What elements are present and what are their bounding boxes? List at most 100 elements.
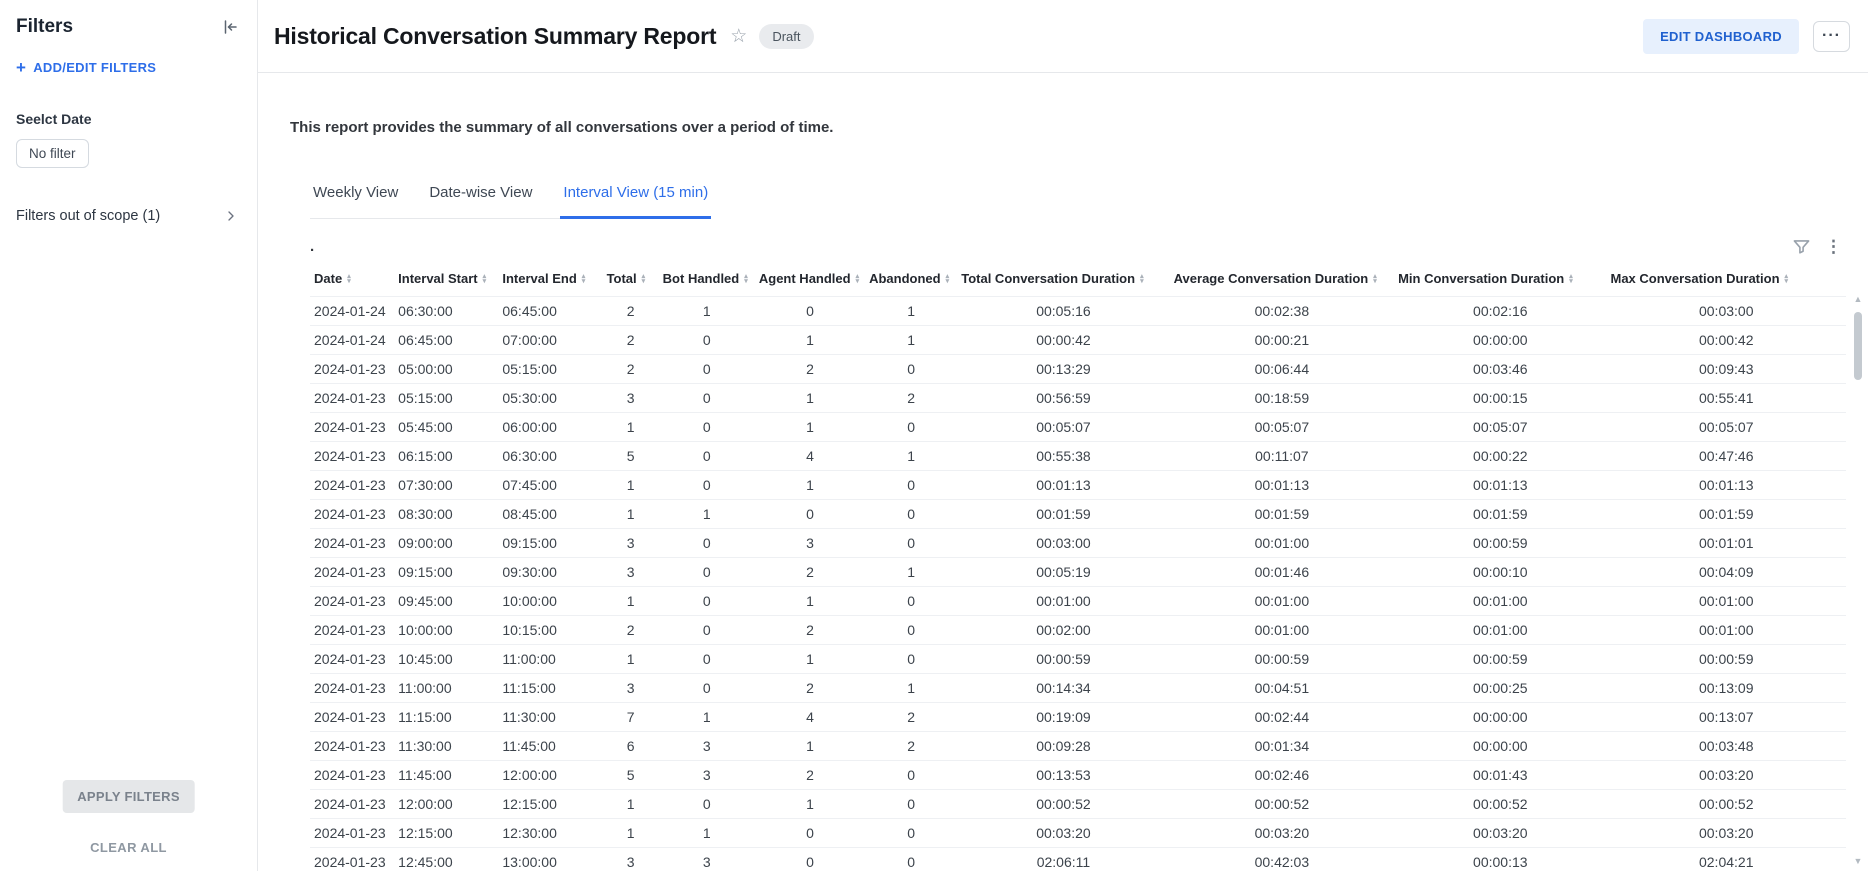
- report-table: Date▴▾Interval Start▴▾Interval End▴▾Tota…: [310, 261, 1846, 871]
- table-cell: 1: [603, 413, 659, 442]
- table-cell: 2024-01-23: [310, 674, 394, 703]
- table-cell: 00:04:09: [1606, 558, 1846, 587]
- table-cell: 2024-01-23: [310, 500, 394, 529]
- column-header-total[interactable]: Total▴▾: [603, 261, 659, 297]
- main-area: Historical Conversation Summary Report ☆…: [258, 0, 1868, 871]
- table-cell: 00:01:00: [1170, 616, 1394, 645]
- table-cell: 13:00:00: [498, 848, 602, 871]
- table-cell: 00:13:07: [1606, 703, 1846, 732]
- tab-date-wise-view[interactable]: Date-wise View: [426, 172, 535, 219]
- column-header-interval-end[interactable]: Interval End▴▾: [498, 261, 602, 297]
- apply-filters-button[interactable]: APPLY FILTERS: [62, 780, 195, 813]
- page-title: Historical Conversation Summary Report: [274, 23, 716, 50]
- column-header-interval-start[interactable]: Interval Start▴▾: [394, 261, 498, 297]
- table-row: 2024-01-2305:15:0005:30:00301200:56:5900…: [310, 384, 1846, 413]
- sort-icon[interactable]: ▴▾: [856, 274, 860, 284]
- more-options-button[interactable]: ···: [1813, 21, 1850, 52]
- star-icon[interactable]: ☆: [730, 27, 747, 46]
- column-header-average-conversation-duration[interactable]: Average Conversation Duration ▴▾: [1170, 261, 1394, 297]
- column-header-label: Min Conversation Duration: [1398, 271, 1564, 286]
- table-cell: 00:01:59: [1170, 500, 1394, 529]
- table-cell: 00:03:20: [957, 819, 1169, 848]
- table-cell: 05:15:00: [498, 355, 602, 384]
- table-cell: 00:01:01: [1606, 529, 1846, 558]
- table-cell: 2024-01-23: [310, 442, 394, 471]
- table-cell: 0: [659, 384, 755, 413]
- column-header-total-conversation-duration[interactable]: Total Conversation Duration▴▾: [957, 261, 1169, 297]
- column-header-label: Average Conversation Duration: [1174, 271, 1369, 286]
- kebab-menu-icon[interactable]: ⋮: [1825, 238, 1842, 255]
- column-header-abandoned[interactable]: Abandoned▴▾: [865, 261, 957, 297]
- table-cell: 06:45:00: [498, 297, 602, 326]
- scrollbar-thumb[interactable]: [1854, 312, 1862, 380]
- table-cell: 0: [659, 558, 755, 587]
- table-cell: 00:13:53: [957, 761, 1169, 790]
- table-cell: 00:00:52: [1394, 790, 1606, 819]
- table-cell: 00:47:46: [1606, 442, 1846, 471]
- column-header-label: Bot Handled: [663, 271, 740, 286]
- edit-dashboard-button[interactable]: EDIT DASHBOARD: [1643, 19, 1799, 54]
- table-cell: 00:02:38: [1170, 297, 1394, 326]
- sort-icon[interactable]: ▴▾: [642, 274, 646, 284]
- table-cell: 0: [659, 326, 755, 355]
- table-cell: 3: [603, 558, 659, 587]
- ellipsis-icon: ···: [1822, 28, 1841, 44]
- sort-icon[interactable]: ▴▾: [347, 274, 351, 284]
- column-header-agent-handled[interactable]: Agent Handled▴▾: [755, 261, 865, 297]
- column-header-bot-handled[interactable]: Bot Handled ▴▾: [659, 261, 755, 297]
- tab-interval-view-15-min[interactable]: Interval View (15 min): [560, 172, 711, 219]
- no-filter-chip[interactable]: No filter: [16, 139, 89, 168]
- column-header-label: Date: [314, 271, 342, 286]
- sort-icon[interactable]: ▴▾: [946, 274, 950, 284]
- sort-icon[interactable]: ▴▾: [483, 274, 487, 284]
- sort-icon[interactable]: ▴▾: [744, 274, 748, 284]
- table-cell: 00:01:13: [1606, 471, 1846, 500]
- table-cell: 11:45:00: [498, 732, 602, 761]
- table-cell: 2: [755, 616, 865, 645]
- table-cell: 00:00:25: [1394, 674, 1606, 703]
- table-cell: 0: [659, 790, 755, 819]
- report-content: This report provides the summary of all …: [258, 73, 1868, 871]
- table-cell: 1: [755, 471, 865, 500]
- table-cell: 09:15:00: [498, 529, 602, 558]
- table-cell: 00:01:00: [1170, 587, 1394, 616]
- table-cell: 00:42:03: [1170, 848, 1394, 871]
- table-cell: 05:45:00: [394, 413, 498, 442]
- table-cell: 07:45:00: [498, 471, 602, 500]
- tab-weekly-view[interactable]: Weekly View: [310, 172, 401, 219]
- app-root: Filters + ADD/EDIT FILTERS Seelct Date N…: [0, 0, 1868, 871]
- table-cell: 06:45:00: [394, 326, 498, 355]
- sort-icon[interactable]: ▴▾: [1373, 274, 1377, 284]
- collapse-sidebar-button[interactable]: [219, 16, 241, 38]
- table-scrollbar[interactable]: ▲ ▼: [1852, 295, 1864, 866]
- table-cell: 2024-01-23: [310, 413, 394, 442]
- scroll-down-arrow-icon[interactable]: ▼: [1854, 857, 1863, 866]
- clear-all-button[interactable]: CLEAR ALL: [0, 840, 257, 855]
- add-edit-filters-button[interactable]: + ADD/EDIT FILTERS: [16, 60, 241, 75]
- table-cell: 2: [865, 703, 957, 732]
- table-cell: 00:05:16: [957, 297, 1169, 326]
- table-cell: 00:19:09: [957, 703, 1169, 732]
- table-cell: 12:45:00: [394, 848, 498, 871]
- column-header-date[interactable]: Date ▴▾: [310, 261, 394, 297]
- filters-out-of-scope-row[interactable]: Filters out of scope (1): [16, 208, 241, 224]
- sort-icon[interactable]: ▴▾: [582, 274, 586, 284]
- sort-icon[interactable]: ▴▾: [1569, 274, 1573, 284]
- filter-funnel-icon[interactable]: [1792, 237, 1811, 256]
- table-toolbar-icons: ⋮: [1792, 237, 1842, 256]
- sort-icon[interactable]: ▴▾: [1785, 274, 1789, 284]
- table-cell: 3: [603, 674, 659, 703]
- table-cell: 2024-01-23: [310, 558, 394, 587]
- column-header-max-conversation-duration[interactable]: Max Conversation Duration▴▾: [1606, 261, 1846, 297]
- sort-icon[interactable]: ▴▾: [1140, 274, 1144, 284]
- status-badge: Draft: [759, 24, 813, 49]
- scroll-up-arrow-icon[interactable]: ▲: [1854, 295, 1863, 304]
- table-cell: 00:00:42: [957, 326, 1169, 355]
- table-cell: 00:00:52: [957, 790, 1169, 819]
- column-header-min-conversation-duration[interactable]: Min Conversation Duration ▴▾: [1394, 261, 1606, 297]
- table-cell: 1: [659, 819, 755, 848]
- table-cell: 00:00:52: [1606, 790, 1846, 819]
- table-cell: 00:02:00: [957, 616, 1169, 645]
- table-cell: 0: [865, 529, 957, 558]
- table-cell: 00:03:00: [957, 529, 1169, 558]
